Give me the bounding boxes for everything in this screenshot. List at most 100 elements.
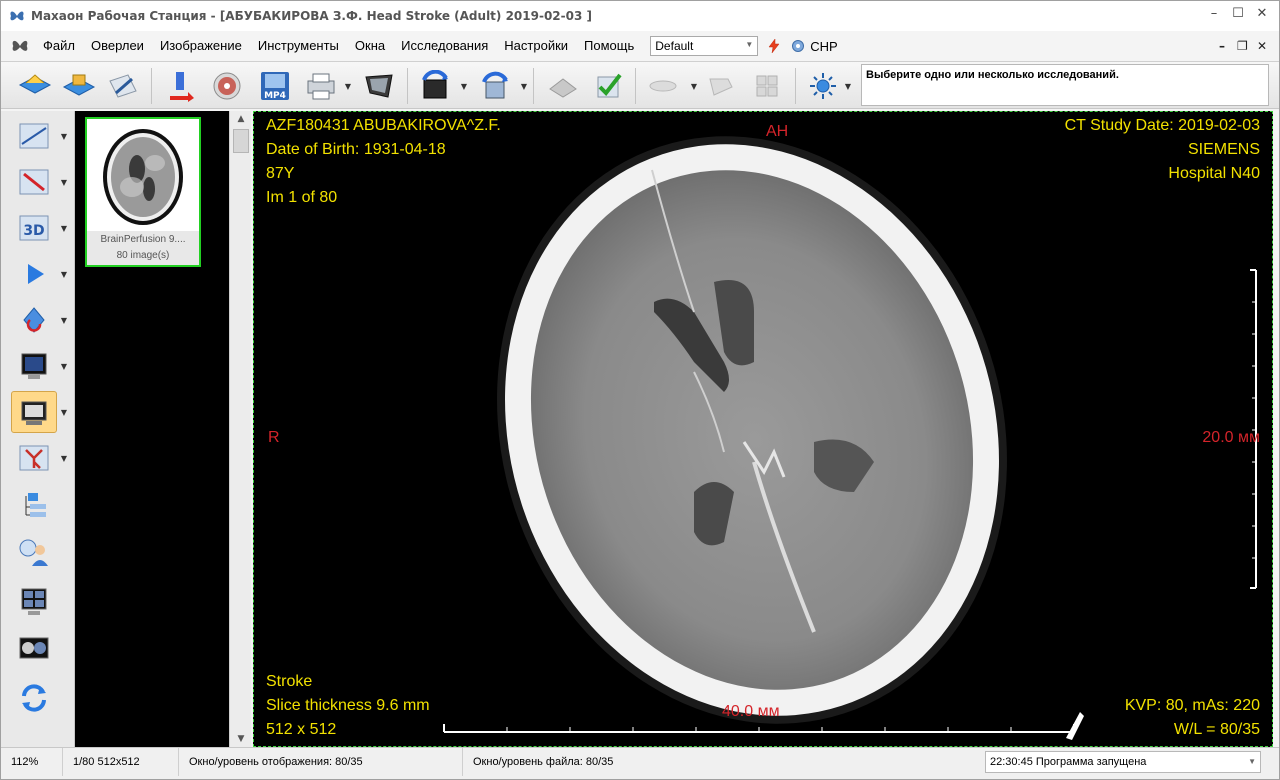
- series-grid-button[interactable]: [747, 66, 787, 106]
- mdi-restore-button[interactable]: ❐: [1237, 39, 1248, 53]
- toolbar-separator: [795, 68, 796, 104]
- left-tool-column: ▼ ▼ 3D ▼ ▼ ▼ ▼ ▼ ▼: [1, 111, 75, 747]
- study-tree-button[interactable]: [11, 485, 57, 527]
- lightning-icon[interactable]: [766, 38, 782, 54]
- open-study-button[interactable]: [15, 66, 55, 106]
- mp4-label: MP4: [264, 91, 286, 101]
- pacs-query-icon: [422, 70, 448, 99]
- menu-file[interactable]: Файл: [35, 33, 83, 59]
- mp4-film-icon: MP4: [261, 72, 289, 101]
- matrix-size-overlay: 512 x 512: [266, 721, 337, 738]
- rotate-dropdown-chevron-icon[interactable]: ▼: [59, 299, 69, 341]
- horizontal-scale-label: 40.0 мм: [722, 703, 780, 720]
- measure-dropdown-chevron-icon[interactable]: ▼: [59, 115, 69, 157]
- print-button[interactable]: [301, 66, 341, 106]
- menu-overlays[interactable]: Оверлеи: [83, 33, 152, 59]
- edit-study-button[interactable]: [103, 66, 143, 106]
- dual-view-icon: [19, 637, 49, 659]
- menu-tools[interactable]: Инструменты: [250, 33, 347, 59]
- export-arrow-icon: [170, 72, 194, 102]
- mdi-minimize-button[interactable]: –: [1219, 39, 1225, 53]
- thumbnail-scrollbar[interactable]: ▲ ▼: [229, 111, 251, 747]
- toolbar-message: Выберите одно или несколько исследований…: [861, 64, 1269, 106]
- menu-studies[interactable]: Исследования: [393, 33, 496, 59]
- svg-text:3D: 3D: [23, 223, 44, 239]
- slice-thickness-overlay: Slice thickness 9.6 mm: [266, 697, 430, 714]
- cine-play-button[interactable]: [11, 253, 57, 295]
- link-icon: [649, 80, 677, 92]
- scroll-down-icon[interactable]: ▼: [232, 731, 250, 747]
- cine-dropdown-chevron-icon[interactable]: ▼: [59, 253, 69, 295]
- vessel-tool-button[interactable]: [11, 437, 57, 479]
- menu-image[interactable]: Изображение: [152, 33, 250, 59]
- patient-info-button[interactable]: [11, 531, 57, 573]
- send-study-icon: [482, 71, 508, 99]
- kvp-mas-overlay: KVP: 80, mAs: 220: [1124, 697, 1260, 714]
- manufacturer-overlay: SIEMENS: [1187, 141, 1260, 158]
- film-sheet-icon: [365, 74, 393, 98]
- scroll-up-icon[interactable]: ▲: [232, 111, 250, 127]
- chevron-down-icon: ▼: [1248, 757, 1256, 766]
- link-button[interactable]: [643, 66, 683, 106]
- gear-icon[interactable]: [790, 38, 806, 54]
- series-thumbnail-panel: BrainPerfusion 9.... 80 image(s): [75, 111, 229, 747]
- windowing-tool-button[interactable]: [11, 391, 57, 433]
- 3d-cube-icon: 3D: [19, 215, 49, 241]
- close-button[interactable]: ✕: [1255, 7, 1269, 21]
- vessel-dropdown-chevron-icon[interactable]: ▼: [59, 437, 69, 479]
- birth-date-overlay: Date of Birth: 1931-04-18: [266, 141, 446, 158]
- arrow-dropdown-chevron-icon[interactable]: ▼: [59, 161, 69, 203]
- maximize-button[interactable]: ☐: [1231, 7, 1245, 21]
- menu-help[interactable]: Помощь: [576, 33, 642, 59]
- 3d-dropdown-chevron-icon[interactable]: ▼: [59, 207, 69, 249]
- compare-layout-button[interactable]: [11, 627, 57, 669]
- image-viewport[interactable]: AZF180431 ABUBAKIROVA^Z.F. Date of Birth…: [253, 111, 1273, 747]
- mdi-close-button[interactable]: ✕: [1257, 39, 1267, 53]
- sun-tools-icon: [810, 73, 836, 99]
- series-grid-icon: [756, 75, 778, 97]
- scroll-thumb[interactable]: [233, 129, 249, 153]
- display-tool-button[interactable]: [11, 345, 57, 387]
- tools-button[interactable]: [803, 66, 843, 106]
- anonymize-icon: [549, 78, 577, 98]
- arrow-annotation-button[interactable]: [11, 161, 57, 203]
- pacs-dropdown-chevron-icon[interactable]: ▼: [459, 66, 469, 106]
- pacs-query-button[interactable]: [415, 66, 455, 106]
- zoom-level: 112%: [1, 748, 63, 776]
- layout-grid-button[interactable]: [11, 581, 57, 623]
- windowing-dropdown-chevron-icon[interactable]: ▼: [59, 391, 69, 433]
- butterfly-menu-icon[interactable]: [11, 37, 29, 55]
- window-title: Махаон Рабочая Станция - [АБУБАКИРОВА З.…: [31, 9, 592, 23]
- rotate-tool-button[interactable]: [11, 299, 57, 341]
- compare-icon: [709, 78, 733, 96]
- export-mp4-button[interactable]: MP4: [255, 66, 295, 106]
- refresh-button[interactable]: [11, 677, 57, 719]
- minimize-button[interactable]: –: [1207, 7, 1221, 21]
- menu-windows[interactable]: Окна: [347, 33, 393, 59]
- export-button[interactable]: [161, 66, 201, 106]
- menu-settings[interactable]: Настройки: [496, 33, 576, 59]
- language-label[interactable]: CHP: [810, 39, 837, 54]
- event-log-select[interactable]: 22:30:45 Программа запущена ▼: [985, 751, 1261, 773]
- burn-cd-button[interactable]: [207, 66, 247, 106]
- verify-button[interactable]: [589, 66, 629, 106]
- image-index-overlay: Im 1 of 80: [266, 189, 338, 206]
- preset-select[interactable]: Default ▼: [650, 36, 759, 56]
- ruler-grid-icon: [19, 123, 49, 149]
- series-thumbnail[interactable]: BrainPerfusion 9.... 80 image(s): [85, 117, 201, 267]
- 3d-tool-button[interactable]: 3D: [11, 207, 57, 249]
- display-dropdown-chevron-icon[interactable]: ▼: [59, 345, 69, 387]
- measure-tool-button[interactable]: [11, 115, 57, 157]
- anonymize-button[interactable]: [543, 66, 583, 106]
- film-button[interactable]: [359, 66, 399, 106]
- print-dropdown-chevron-icon[interactable]: ▼: [343, 66, 353, 106]
- link-dropdown-chevron-icon[interactable]: ▼: [689, 66, 699, 106]
- preset-value: Default: [655, 39, 694, 53]
- send-dropdown-chevron-icon[interactable]: ▼: [519, 66, 529, 106]
- compare-button[interactable]: [701, 66, 741, 106]
- layout-monitor-icon: [21, 588, 47, 615]
- tools-dropdown-chevron-icon[interactable]: ▼: [843, 66, 853, 106]
- orientation-top-label: AH: [766, 123, 789, 140]
- send-study-button[interactable]: [475, 66, 515, 106]
- import-study-button[interactable]: [59, 66, 99, 106]
